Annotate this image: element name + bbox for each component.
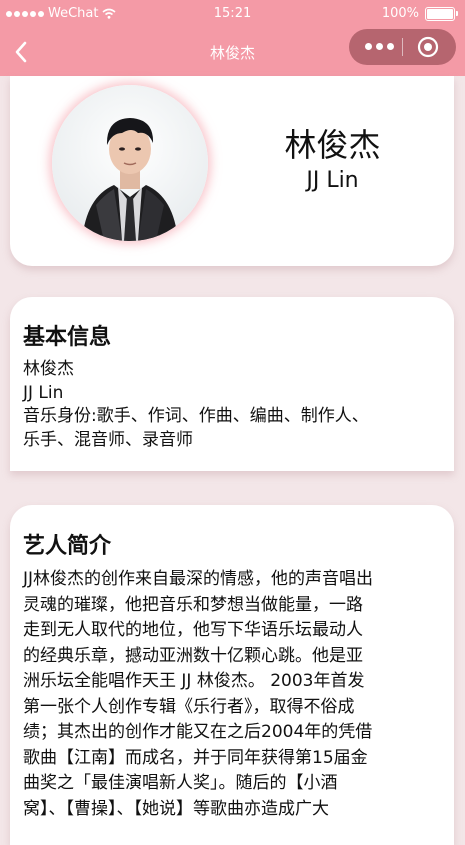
intro-line: 窝】、【曹操】、【她说】等歌曲亦造成广大 (23, 798, 329, 819)
intro-line: 走到无人取代的地位，他写下华语乐坛最动人 (23, 620, 363, 640)
intro-line: 曲奖之「最佳演唱新人奖」。随后的【小酒 (23, 773, 338, 793)
profile-card: 林俊杰 JJ Lin (10, 76, 454, 266)
intro-line: JJ林俊杰的创作来自最深的情感，他的声音唱出 (23, 569, 374, 589)
basic-info-heading: 基本信息 (23, 325, 112, 350)
close-circle-icon[interactable] (417, 36, 439, 58)
artist-names: 林俊杰 JJ Lin (240, 124, 425, 196)
intro-line: 灵魂的璀璨，他把音乐和梦想当做能量，一路 (23, 594, 363, 615)
capsule-divider (402, 38, 403, 56)
basic-info-line: 乐手、混音师、录音师 (23, 429, 193, 450)
intro-line: 第一张个人创作专辑《乐行者》，取得不俗成 (23, 696, 355, 717)
basic-info-line: 音乐身份:歌手、作词、作曲、编曲、制作人、 (23, 406, 369, 426)
navigation-bar: 林俊杰 (0, 28, 465, 76)
artist-intro-card: 艺人简介 JJ林俊杰的创作来自最深的情感，他的声音唱出 灵魂的璀璨，他把音乐和梦… (10, 505, 454, 845)
artist-name-zh: 林俊杰 (284, 126, 381, 164)
intro-line: 歌曲【江南】而成名，并于同年获得第15届金 (23, 747, 368, 768)
basic-info-card: 基本信息 林俊杰 JJ Lin 音乐身份:歌手、作词、作曲、编曲、制作人、 乐手… (10, 297, 454, 471)
basic-info-lines: 林俊杰 JJ Lin 音乐身份:歌手、作词、作曲、编曲、制作人、 乐手、混音师、… (23, 358, 434, 452)
basic-info-line: 林俊杰 (23, 359, 74, 379)
mini-program-capsule (349, 29, 456, 65)
more-dots-icon[interactable] (365, 43, 394, 50)
artist-intro-text: JJ林俊杰的创作来自最深的情感，他的声音唱出 灵魂的璀璨，他把音乐和梦想当做能量… (23, 567, 444, 822)
intro-line: 洲乐坛全能唱作天王 JJ 林俊杰。 2003年首发 (23, 671, 365, 691)
battery-icon (425, 6, 458, 21)
artist-intro-heading: 艺人简介 (23, 534, 112, 559)
status-right: 100% (381, 6, 458, 21)
artist-name-en: JJ Lin (306, 168, 359, 193)
intro-line: 的经典乐章，撼动亚洲数十亿颗心跳。他是亚 (23, 645, 363, 666)
intro-line: 绩；其杰出的创作才能又在之后2004年的凭借 (23, 722, 373, 742)
battery-percent: 100% (381, 6, 419, 21)
basic-info-line: JJ Lin (23, 382, 64, 403)
avatar (52, 85, 208, 241)
status-bar: WeChat 15:21 100% (0, 0, 465, 28)
